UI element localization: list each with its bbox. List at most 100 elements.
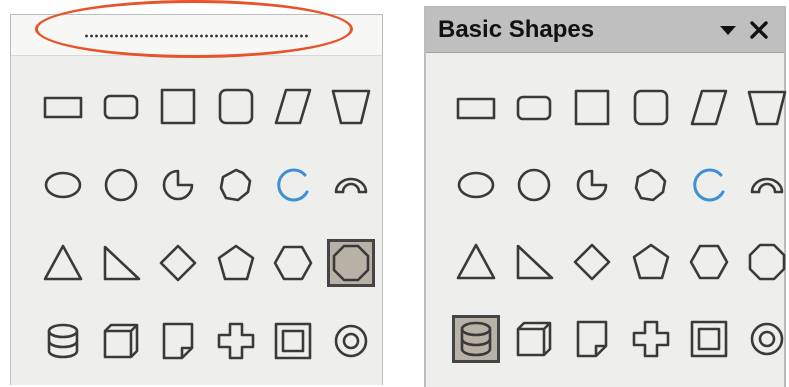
circle-icon (104, 168, 137, 202)
square-shape-button[interactable] (154, 83, 202, 131)
isosceles-triangle-shape-button[interactable] (39, 239, 87, 287)
diamond-shape-button[interactable] (154, 239, 202, 287)
frame-shape-button[interactable] (685, 315, 733, 363)
circle-pie-shape-button[interactable] (154, 161, 202, 209)
octagon-icon (748, 243, 786, 281)
folded-corner-shape-button[interactable] (568, 315, 616, 363)
annotation-ellipse (35, 0, 353, 58)
circle-pie-icon (577, 169, 608, 201)
rectangle-rounded-icon (103, 94, 138, 120)
rectangle-icon (456, 97, 496, 120)
diamond-shape-button[interactable] (568, 238, 616, 286)
square-rounded-icon (218, 88, 253, 125)
square-rounded-shape-button[interactable] (212, 83, 260, 131)
hexagon-icon (689, 244, 729, 280)
ring-icon (334, 324, 367, 358)
diamond-icon (159, 244, 197, 282)
rectangle-shape-button[interactable] (39, 83, 87, 131)
pentagon-icon (632, 243, 669, 280)
arc-shape-button[interactable] (269, 161, 317, 209)
block-arc-icon (219, 168, 251, 202)
square-rounded-icon (633, 89, 668, 126)
isosceles-triangle-shape-button[interactable] (452, 238, 500, 286)
hexagon-shape-button[interactable] (685, 238, 733, 286)
square-icon (160, 88, 196, 125)
circle-segment-icon (750, 177, 784, 194)
basic-shapes-toolbar-docked: Basic Shapes (424, 6, 789, 387)
isosceles-triangle-icon (456, 243, 496, 280)
circle-pie-icon (162, 169, 194, 201)
circle-segment-icon (334, 177, 367, 194)
folded-corner-shape-button[interactable] (154, 317, 202, 365)
circle-shape-button[interactable] (510, 161, 558, 209)
pentagon-shape-button[interactable] (627, 238, 675, 286)
block-arc-shape-button[interactable] (627, 161, 675, 209)
ring-shape-button[interactable] (743, 315, 789, 363)
close-icon[interactable] (747, 18, 771, 42)
octagon-shape-button[interactable] (326, 239, 375, 287)
dropdown-arrow-icon[interactable] (717, 20, 739, 40)
right-triangle-shape-button[interactable] (97, 239, 145, 287)
circle-pie-shape-button[interactable] (568, 161, 616, 209)
square-rounded-shape-button[interactable] (627, 84, 675, 132)
parallelogram-icon (274, 88, 312, 125)
hexagon-icon (273, 245, 313, 281)
circle-shape-button[interactable] (97, 161, 145, 209)
pentagon-icon (217, 244, 254, 281)
square-icon (575, 89, 610, 126)
arc-shape-button[interactable] (685, 161, 733, 209)
cross-icon (632, 320, 669, 358)
ring-shape-button[interactable] (327, 317, 375, 365)
shapes-toolbar-undocked (10, 14, 383, 385)
block-arc-shape-button[interactable] (212, 161, 260, 209)
ellipse-icon (457, 171, 495, 199)
arc-icon (277, 168, 309, 202)
frame-icon (690, 320, 728, 358)
ellipse-icon (44, 171, 82, 199)
octagon-icon (332, 244, 369, 282)
circle-segment-shape-button[interactable] (327, 161, 375, 209)
ellipse-shape-button[interactable] (452, 161, 500, 209)
circle-segment-shape-button[interactable] (743, 161, 789, 209)
isosceles-triangle-icon (43, 244, 83, 281)
parallelogram-icon (690, 89, 728, 126)
can-shape-button[interactable] (452, 315, 500, 363)
cube-shape-button[interactable] (510, 315, 558, 363)
rectangle-rounded-shape-button[interactable] (97, 83, 145, 131)
right-triangle-icon (103, 245, 140, 281)
hexagon-shape-button[interactable] (269, 239, 317, 287)
rectangle-rounded-shape-button[interactable] (510, 84, 558, 132)
parallelogram-shape-button[interactable] (685, 84, 733, 132)
folded-corner-icon (162, 322, 194, 360)
trapezoid-shape-button[interactable] (327, 83, 375, 131)
cross-shape-button[interactable] (627, 315, 675, 363)
toolbar-titlebar[interactable]: Basic Shapes (426, 8, 784, 53)
arc-icon (693, 168, 725, 202)
diamond-icon (574, 243, 611, 281)
octagon-shape-button[interactable] (743, 238, 789, 286)
cube-icon (103, 323, 138, 359)
toolbar-title: Basic Shapes (438, 16, 595, 43)
folded-corner-icon (577, 320, 608, 358)
rectangle-shape-button[interactable] (452, 84, 500, 132)
circle-icon (517, 168, 551, 202)
rectangle-icon (43, 96, 83, 119)
trapezoid-icon (331, 89, 370, 125)
block-arc-icon (634, 168, 666, 202)
right-triangle-shape-button[interactable] (510, 238, 558, 286)
parallelogram-shape-button[interactable] (269, 83, 317, 131)
pentagon-shape-button[interactable] (212, 239, 260, 287)
trapezoid-shape-button[interactable] (743, 84, 789, 132)
can-shape-button[interactable] (39, 317, 87, 365)
can-icon (47, 323, 79, 359)
cube-shape-button[interactable] (97, 317, 145, 365)
ellipse-shape-button[interactable] (39, 161, 87, 209)
right-triangle-icon (516, 244, 554, 280)
cross-icon (217, 322, 254, 360)
square-shape-button[interactable] (568, 84, 616, 132)
frame-shape-button[interactable] (269, 317, 317, 365)
rectangle-rounded-icon (516, 95, 552, 121)
ring-icon (750, 322, 784, 356)
cross-shape-button[interactable] (212, 317, 260, 365)
cube-icon (516, 321, 552, 357)
